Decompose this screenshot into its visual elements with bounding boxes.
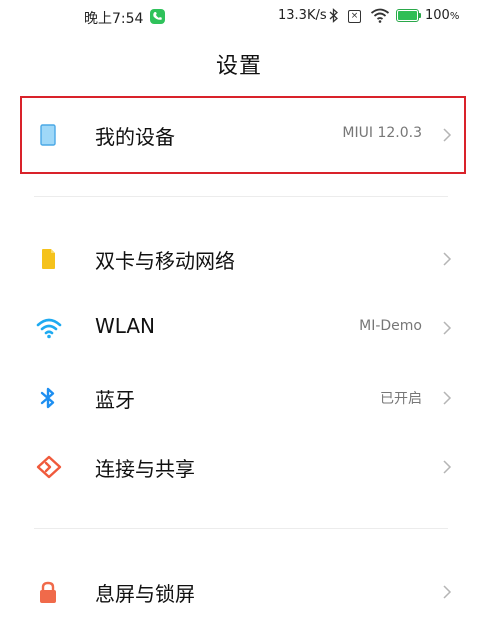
battery-icon [396,9,419,22]
net-speed: 13.3K/s [278,8,327,23]
row-label: 蓝牙 [95,388,135,412]
settings-row-connection-sharing[interactable]: 连接与共享 [0,437,478,497]
wifi-status-icon [370,8,390,27]
settings-row-lock-screen[interactable]: 息屏与锁屏 [0,562,478,622]
row-label: 双卡与移动网络 [95,249,235,273]
chevron-right-icon [442,320,452,340]
divider [34,528,448,529]
lock-icon [36,580,60,604]
settings-row-wlan[interactable]: WLAN MI-Demo [0,298,478,358]
chevron-right-icon [442,127,452,147]
chevron-right-icon [442,584,452,604]
row-value: MI-Demo [359,318,422,334]
page-title: 设置 [215,54,262,79]
chevron-right-icon [442,459,452,479]
bluetooth-status-icon [329,8,339,27]
row-label: 我的设备 [95,125,175,149]
battery-percent: 100% [425,8,460,23]
row-label: 息屏与锁屏 [95,582,195,606]
row-value: MIUI 12.0.3 [342,125,422,141]
wifi-icon [36,316,62,340]
battery-tip [419,13,421,18]
row-value: 已开启 [380,391,422,407]
no-sim-icon: × [348,10,361,23]
chevron-right-icon [442,390,452,410]
row-label: WLAN [95,314,156,338]
status-bar: 晚上7:54 13.3K/s × 100% [0,0,478,34]
divider [34,196,448,197]
settings-row-sim[interactable]: 双卡与移动网络 [0,229,478,289]
status-time: 晚上7:54 [84,11,144,27]
settings-row-my-device[interactable]: 我的设备 MIUI 12.0.3 [0,105,478,165]
phone-icon [36,123,60,147]
share-icon [36,455,62,479]
settings-row-bluetooth[interactable]: 蓝牙 已开启 [0,368,478,428]
sim-card-icon [36,247,60,271]
call-icon [150,9,165,24]
bluetooth-icon [36,386,60,410]
chevron-right-icon [442,251,452,271]
row-label: 连接与共享 [95,457,195,481]
